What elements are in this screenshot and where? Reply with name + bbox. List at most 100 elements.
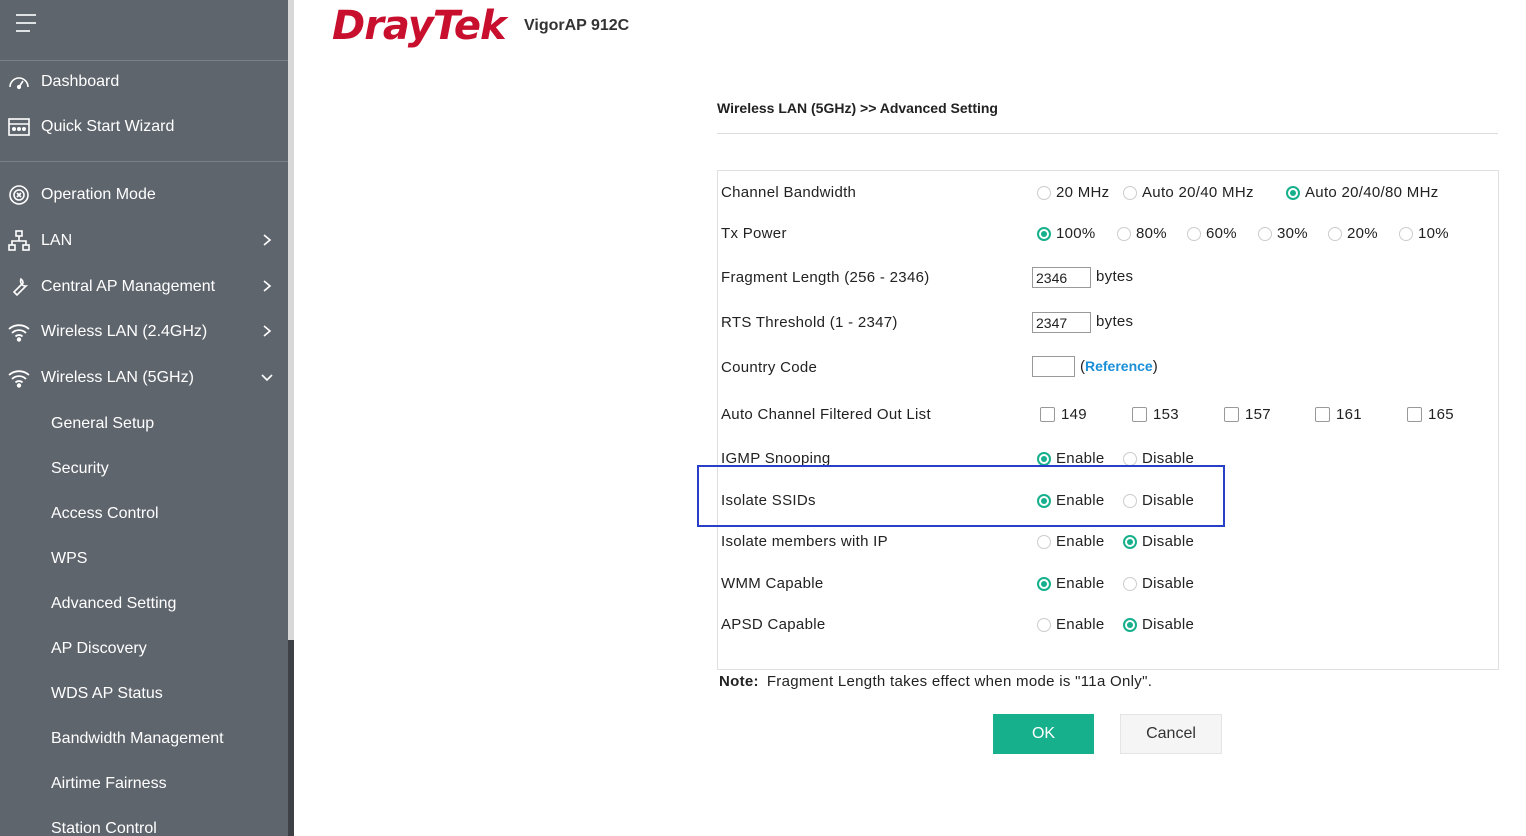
sidebar-item-label: Quick Start Wizard: [41, 118, 175, 135]
wrench-icon: [6, 274, 32, 300]
sidebar-item-wireless-lan-24[interactable]: Wireless LAN (2.4GHz): [0, 312, 288, 352]
tx-power-60-radio[interactable]: 60%: [1187, 225, 1237, 242]
ok-button[interactable]: OK: [993, 714, 1094, 754]
radio-selected-icon: [1037, 226, 1051, 241]
sidebar-scrollbar[interactable]: [288, 0, 294, 836]
channel-bandwidth-auto-20-40-radio[interactable]: Auto 20/40 MHz: [1123, 184, 1254, 201]
radio-selected-icon: [1123, 617, 1137, 632]
igmp-enable-radio[interactable]: Enable: [1037, 450, 1105, 467]
sidebar-subitem-wds-ap-status[interactable]: WDS AP Status: [51, 685, 163, 703]
model-name: VigorAP 912C: [524, 17, 630, 34]
sidebar-subitem-access-control[interactable]: Access Control: [51, 505, 159, 523]
wmm-enable-radio[interactable]: Enable: [1037, 575, 1105, 592]
option-label: 80%: [1136, 225, 1167, 242]
option-label: Disable: [1142, 492, 1195, 509]
tx-power-100-radio[interactable]: 100%: [1037, 225, 1096, 242]
reference-link[interactable]: Reference: [1085, 358, 1153, 374]
isolate-members-enable-radio[interactable]: Enable: [1037, 533, 1105, 550]
isolate-ssids-enable-radio[interactable]: Enable: [1037, 492, 1105, 509]
rts-threshold-label: RTS Threshold (1 - 2347): [721, 314, 898, 331]
option-label: Disable: [1142, 616, 1195, 633]
country-code-input[interactable]: [1032, 356, 1075, 377]
wizard-icon: [6, 114, 32, 140]
tx-power-80-radio[interactable]: 80%: [1117, 225, 1167, 242]
option-label: 10%: [1418, 225, 1449, 242]
radio-selected-icon: [1037, 576, 1051, 591]
option-label: 30%: [1277, 225, 1308, 242]
tx-power-10-radio[interactable]: 10%: [1399, 225, 1449, 242]
isolate-members-disable-radio[interactable]: Disable: [1123, 533, 1194, 550]
note: Note: Fragment Length takes effect when m…: [719, 673, 1152, 690]
sidebar-item-lan[interactable]: LAN: [0, 221, 288, 261]
sidebar-subitem-security[interactable]: Security: [51, 460, 109, 478]
wifi-icon: [6, 365, 32, 391]
option-label: Auto 20/40 MHz: [1142, 184, 1254, 201]
option-label: Enable: [1056, 450, 1105, 467]
radio-selected-icon: [1123, 534, 1137, 549]
igmp-snooping-label: IGMP Snooping: [721, 450, 831, 467]
channel-165-checkbox[interactable]: 165: [1407, 406, 1454, 423]
draytek-logo: DrayTek: [332, 3, 507, 49]
chevron-right-icon: [263, 234, 272, 246]
option-label: 161: [1336, 406, 1362, 423]
sidebar-divider: [0, 161, 288, 162]
sidebar-item-label: Dashboard: [41, 73, 120, 90]
sidebar-item-wireless-lan-5[interactable]: Wireless LAN (5GHz): [0, 358, 288, 398]
radio-icon: [1123, 576, 1137, 591]
sidebar-item-dashboard[interactable]: Dashboard: [0, 62, 288, 102]
cancel-button[interactable]: Cancel: [1120, 714, 1222, 754]
wmm-disable-radio[interactable]: Disable: [1123, 575, 1194, 592]
channel-149-checkbox[interactable]: 149: [1040, 406, 1087, 423]
sidebar-item-central-ap-management[interactable]: Central AP Management: [0, 267, 288, 307]
radio-icon: [1037, 617, 1051, 632]
menu-icon[interactable]: [16, 14, 38, 34]
option-label: Enable: [1056, 533, 1105, 550]
radio-icon: [1123, 451, 1137, 466]
isolate-ssids-disable-radio[interactable]: Disable: [1123, 492, 1194, 509]
radio-selected-icon: [1037, 451, 1051, 466]
checkbox-icon: [1315, 407, 1330, 422]
sidebar-item-quick-start-wizard[interactable]: Quick Start Wizard: [0, 107, 288, 147]
chevron-down-icon: [261, 374, 273, 382]
tx-power-30-radio[interactable]: 30%: [1258, 225, 1308, 242]
sidebar-subitem-airtime-fairness[interactable]: Airtime Fairness: [51, 775, 167, 793]
option-label: Disable: [1142, 575, 1195, 592]
chevron-right-icon: [263, 280, 272, 292]
sidebar-subitem-advanced-setting[interactable]: Advanced Setting: [51, 595, 176, 613]
igmp-disable-radio[interactable]: Disable: [1123, 450, 1194, 467]
channel-157-checkbox[interactable]: 157: [1224, 406, 1271, 423]
sidebar-subitem-bandwidth-management[interactable]: Bandwidth Management: [51, 730, 224, 748]
channel-bandwidth-auto-20-40-80-radio[interactable]: Auto 20/40/80 MHz: [1286, 184, 1439, 201]
note-label: Note:: [719, 673, 759, 690]
apsd-capable-label: APSD Capable: [721, 616, 826, 633]
isolate-ssids-label: Isolate SSIDs: [721, 492, 816, 509]
tx-power-20-radio[interactable]: 20%: [1328, 225, 1378, 242]
title-divider: [717, 133, 1498, 134]
sidebar-subitem-station-control[interactable]: Station Control: [51, 820, 157, 836]
option-label: Disable: [1142, 450, 1195, 467]
option-label: 157: [1245, 406, 1271, 423]
channel-161-checkbox[interactable]: 161: [1315, 406, 1362, 423]
sidebar-subitem-wps[interactable]: WPS: [51, 550, 87, 568]
fragment-length-input[interactable]: [1032, 267, 1091, 288]
sidebar-item-label: Wireless LAN (2.4GHz): [41, 323, 208, 340]
rts-threshold-input[interactable]: [1032, 312, 1091, 333]
isolate-members-label: Isolate members with IP: [721, 533, 888, 550]
wifi-icon: [6, 319, 32, 345]
radio-selected-icon: [1037, 493, 1051, 508]
option-label: Enable: [1056, 575, 1105, 592]
auto-channel-filter-label: Auto Channel Filtered Out List: [721, 406, 931, 423]
scrollbar-thumb[interactable]: [288, 0, 294, 640]
channel-bandwidth-20-radio[interactable]: 20 MHz: [1037, 184, 1109, 201]
option-label: 100%: [1056, 225, 1096, 242]
sidebar-subitem-general-setup[interactable]: General Setup: [51, 415, 154, 433]
apsd-disable-radio[interactable]: Disable: [1123, 616, 1194, 633]
channel-153-checkbox[interactable]: 153: [1132, 406, 1179, 423]
apsd-enable-radio[interactable]: Enable: [1037, 616, 1105, 633]
checkbox-icon: [1132, 407, 1147, 422]
sidebar-item-operation-mode[interactable]: Operation Mode: [0, 175, 288, 215]
option-label: Enable: [1056, 616, 1105, 633]
sidebar-item-label: Operation Mode: [41, 186, 156, 203]
wmm-capable-label: WMM Capable: [721, 575, 824, 592]
sidebar-subitem-ap-discovery[interactable]: AP Discovery: [51, 640, 147, 658]
